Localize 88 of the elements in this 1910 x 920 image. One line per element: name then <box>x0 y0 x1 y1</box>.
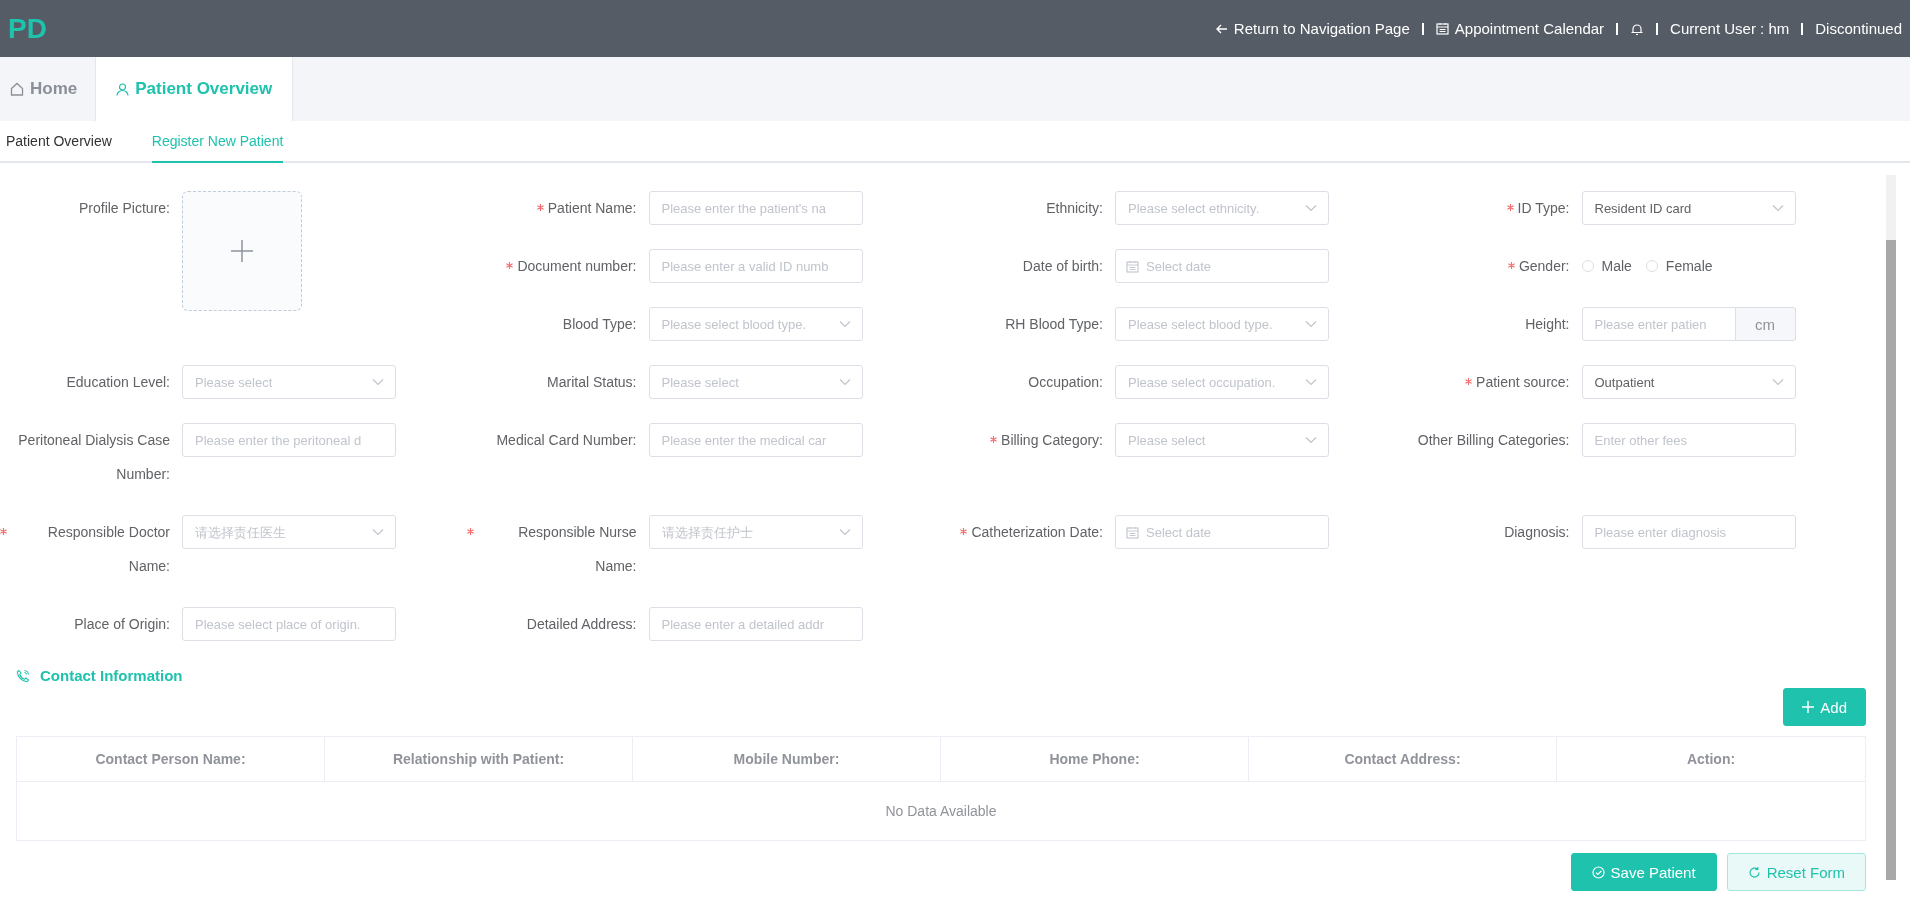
field-label: Occupation: <box>1028 373 1103 392</box>
select-field[interactable]: 请选择责任医生 <box>182 515 396 549</box>
column-header: Home Phone: <box>941 737 1249 782</box>
arrow-left-icon <box>1215 22 1228 35</box>
select-field[interactable]: Resident ID card <box>1581 191 1796 225</box>
calendar-link[interactable]: Appointment Calendar <box>1435 20 1605 37</box>
select-field[interactable]: Please select ethnicity. <box>1115 191 1329 225</box>
column-header: Relationship with Patient: <box>325 737 633 782</box>
select-field[interactable]: Please select blood type. <box>1115 307 1329 341</box>
back-link[interactable]: Return to Navigation Page <box>1215 20 1410 37</box>
calendar-icon <box>1435 22 1449 35</box>
user-icon <box>116 82 130 96</box>
field-label: Marital Status: <box>547 373 637 392</box>
field-label: RH Blood Type: <box>1005 315 1103 334</box>
refresh-icon <box>1747 865 1761 879</box>
photo-upload[interactable] <box>182 191 302 311</box>
current-user: Current User : hm <box>1670 20 1790 37</box>
column-header: Mobile Number: <box>633 737 941 782</box>
calendar-icon <box>1126 526 1139 539</box>
field-label: Responsible Doctor Name: <box>46 523 170 576</box>
field-label: Blood Type: <box>562 315 637 334</box>
field-label: Other Billing Categories: <box>1417 431 1570 450</box>
field-label: Height: <box>1525 315 1570 334</box>
field-label: Billing Category: <box>1001 431 1103 450</box>
scrollbar[interactable] <box>1886 175 1896 880</box>
field-label: Responsible Nurse Name: <box>517 523 637 576</box>
sub-tab[interactable]: Patient Overview <box>6 121 112 163</box>
chevron-down-icon <box>1771 204 1784 212</box>
chevron-down-icon <box>1305 378 1317 386</box>
status-link[interactable]: Discontinued <box>1815 20 1902 37</box>
date-field[interactable]: Select date <box>1115 515 1329 549</box>
column-header: Action: <box>1557 737 1865 782</box>
select-field[interactable]: Please select <box>1115 423 1329 457</box>
chevron-down-icon <box>838 378 851 386</box>
field-label: Gender: <box>1518 257 1570 276</box>
field-label: Place of Origin: <box>74 615 170 634</box>
field-label: Patient source: <box>1476 373 1570 392</box>
field-label: Date of birth: <box>1022 257 1103 276</box>
column-header: Contact Address: <box>1249 737 1557 782</box>
calendar-icon <box>1126 260 1139 273</box>
radio-label[interactable]: Female <box>1665 258 1713 274</box>
app-logo: PD <box>8 12 47 45</box>
input-field[interactable]: Please select place of origin. <box>182 607 396 641</box>
field-label: Profile Picture: <box>78 199 170 218</box>
field-label: ID Type: <box>1517 199 1570 218</box>
column-header: Contact Person Name: <box>17 737 325 782</box>
chevron-down-icon <box>1305 436 1317 444</box>
empty-message: No Data Available <box>885 803 997 819</box>
select-field[interactable]: Please select <box>182 365 396 399</box>
check-circle-icon <box>1591 865 1605 879</box>
phone-icon <box>16 668 30 683</box>
select-field[interactable]: 请选择责任护士 <box>648 515 863 549</box>
chevron-down-icon <box>372 528 384 536</box>
select-field[interactable]: Outpatient <box>1581 365 1796 399</box>
plus-icon <box>231 240 253 262</box>
field-label: Diagnosis: <box>1504 523 1570 542</box>
chevron-down-icon <box>1305 204 1317 212</box>
input-field[interactable]: Please enter the patient's na <box>648 191 863 225</box>
radio-label[interactable]: Male <box>1601 258 1632 274</box>
field-label: Ethnicity: <box>1046 199 1103 218</box>
field-label: Document number: <box>517 257 637 276</box>
plus-icon <box>1802 701 1815 713</box>
select-field[interactable]: Please select <box>648 365 863 399</box>
field-label: Detailed Address: <box>526 615 637 634</box>
input-field[interactable]: Please enter the peritoneal d <box>182 423 396 457</box>
input-field[interactable]: Please enter the medical car <box>648 423 863 457</box>
field-label: Medical Card Number: <box>496 431 637 450</box>
field-label: Education Level: <box>66 373 170 392</box>
input-field[interactable]: Please enter patien <box>1581 307 1736 341</box>
chevron-down-icon <box>372 378 384 386</box>
section-title: Contact Information <box>40 667 183 684</box>
unit-addon: cm <box>1735 307 1796 341</box>
date-field[interactable]: Select date <box>1115 249 1329 283</box>
chevron-down-icon <box>1771 378 1784 386</box>
input-field[interactable]: Please enter diagnosis <box>1581 515 1796 549</box>
select-field[interactable]: Please select occupation. <box>1115 365 1329 399</box>
input-field[interactable]: Enter other fees <box>1581 423 1796 457</box>
home-icon <box>10 82 24 96</box>
field-label: Peritoneal Dialysis Case Number: <box>17 431 170 484</box>
input-field[interactable]: Please enter a valid ID numb <box>648 249 863 283</box>
chevron-down-icon <box>838 320 851 328</box>
select-field[interactable]: Please select blood type. <box>648 307 863 341</box>
chevron-down-icon <box>838 528 851 536</box>
field-label: Patient Name: <box>547 199 637 218</box>
field-label: Catheterization Date: <box>971 523 1103 542</box>
input-field[interactable]: Please enter a detailed addr <box>648 607 863 641</box>
chevron-down-icon <box>1305 320 1317 328</box>
bell-icon[interactable] <box>1630 21 1645 36</box>
